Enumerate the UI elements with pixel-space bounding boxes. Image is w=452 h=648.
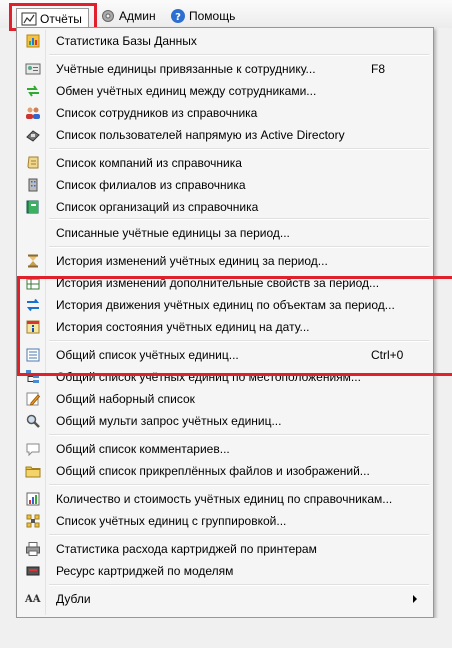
menu-item-label: Учётные единицы привязанные к сотруднику…	[56, 62, 316, 76]
menu-item-8[interactable]: Список организаций из справочника	[19, 196, 431, 218]
employee-card-icon	[25, 61, 41, 77]
menu-item-label: Дубли	[56, 592, 91, 606]
menu-item-label: Список пользователей напрямую из Active …	[56, 128, 345, 142]
menu-item-4[interactable]: Список сотрудников из справочника	[19, 102, 431, 124]
menu-bar: Отчёты Админ ? Помощь	[0, 0, 452, 28]
menu-item-label: Списанные учётные единицы за период...	[56, 226, 290, 240]
menu-item-19[interactable]: Общий список прикреплённых файлов и изоб…	[19, 460, 431, 482]
gear-icon	[100, 8, 116, 24]
menu-item-5[interactable]: Список пользователей напрямую из Active …	[19, 124, 431, 146]
menu-item-label: Общий мульти запрос учётных единиц...	[56, 414, 282, 428]
menu-item-label: Статистика Базы Данных	[56, 34, 197, 48]
menu-separator	[49, 434, 429, 436]
menu-item-label: История движения учётных единиц по объек…	[56, 298, 395, 312]
menu-item-label: Обмен учётных единиц между сотрудниками.…	[56, 84, 317, 98]
menu-item-17[interactable]: Общий мульти запрос учётных единиц...	[19, 410, 431, 432]
menu-item-label: Список филиалов из справочника	[56, 178, 246, 192]
menu-item-21[interactable]: Список учётных единиц с группировкой...	[19, 510, 431, 532]
chart-list-icon	[25, 491, 41, 507]
menu-item-22[interactable]: Статистика расхода картриджей по принтер…	[19, 538, 431, 560]
blank-icon	[25, 225, 41, 241]
menu-item-13[interactable]: История состояния учётных единиц на дату…	[19, 316, 431, 338]
help-icon: ?	[170, 8, 186, 24]
menu-item-12[interactable]: История движения учётных единиц по объек…	[19, 294, 431, 316]
menu-item-label: Список компаний из справочника	[56, 156, 242, 170]
tree-list-icon	[25, 369, 41, 385]
cartridge-icon	[25, 563, 41, 579]
menu-item-label: Общий список комментариев...	[56, 442, 230, 456]
menu-item-shortcut: F8	[371, 62, 386, 76]
menu-separator	[49, 340, 429, 342]
menu-item-label: Общий список учётных единиц по местополо…	[56, 370, 361, 384]
menu-item-9[interactable]: Списанные учётные единицы за период...	[19, 222, 431, 244]
menu-item-1[interactable]: Статистика Базы Данных	[19, 30, 431, 52]
menu-item-16[interactable]: Общий наборный список	[19, 388, 431, 410]
menu-help[interactable]: ? Помощь	[170, 6, 235, 26]
menu-admin[interactable]: Админ	[100, 6, 156, 26]
menu-reports[interactable]: Отчёты	[16, 8, 89, 28]
printer-icon	[25, 541, 41, 557]
menu-item-label: История изменений дополнительные свойств…	[56, 276, 380, 290]
database-stats-icon	[25, 33, 41, 49]
menu-item-label: История изменений учётных единиц за пери…	[56, 254, 328, 268]
book-icon	[25, 199, 41, 215]
menu-item-label: История состояния учётных единиц на дату…	[56, 320, 310, 334]
menu-reports-label: Отчёты	[40, 11, 82, 26]
window-background	[0, 618, 452, 648]
menu-separator	[49, 584, 429, 586]
speech-bubble-icon	[25, 441, 41, 457]
duplicates-aa-icon: AA	[25, 591, 41, 607]
building-icon	[25, 177, 41, 193]
magnifier-icon	[25, 413, 41, 429]
menu-item-label: Общий список прикреплённых файлов и изоб…	[56, 464, 370, 478]
reports-chart-icon	[21, 11, 37, 27]
icon-text: AA	[25, 594, 41, 605]
menu-item-20[interactable]: Количество и стоимость учётных единиц по…	[19, 488, 431, 510]
menu-item-15[interactable]: Общий список учётных единиц по местополо…	[19, 366, 431, 388]
users-icon	[25, 105, 41, 121]
menu-item-6[interactable]: Список компаний из справочника	[19, 152, 431, 174]
menu-item-label: Список организаций из справочника	[56, 200, 259, 214]
scroll-icon	[25, 155, 41, 171]
menu-item-label: Общий наборный список	[56, 392, 195, 406]
hourglass-icon	[25, 253, 41, 269]
menu-item-14[interactable]: Общий список учётных единиц... Ctrl+0	[19, 344, 431, 366]
menu-separator	[49, 218, 429, 220]
menu-separator	[49, 484, 429, 486]
menu-item-label: Ресурс картриджей по моделям	[56, 564, 234, 578]
menu-item-24[interactable]: AA Дубли	[19, 588, 431, 610]
menu-item-label: Общий список учётных единиц...	[56, 348, 239, 362]
menu-separator	[49, 534, 429, 536]
info-calendar-icon	[25, 319, 41, 335]
menu-item-7[interactable]: Список филиалов из справочника	[19, 174, 431, 196]
list-icon	[25, 347, 41, 363]
menu-admin-label: Админ	[119, 9, 156, 23]
menu-item-11[interactable]: История изменений дополнительные свойств…	[19, 272, 431, 294]
exchange-arrows-icon	[25, 83, 41, 99]
pencil-note-icon	[25, 391, 41, 407]
menu-item-18[interactable]: Общий список комментариев...	[19, 438, 431, 460]
menu-item-label: Статистика расхода картриджей по принтер…	[56, 542, 317, 556]
menu-separator	[49, 148, 429, 150]
menu-item-23[interactable]: Ресурс картриджей по моделям	[19, 560, 431, 582]
menu-separator	[49, 54, 429, 56]
menu-item-shortcut: Ctrl+0	[371, 348, 404, 362]
menu-item-10[interactable]: История изменений учётных единиц за пери…	[19, 250, 431, 272]
menu-item-label: Список учётных единиц с группировкой...	[56, 514, 287, 528]
active-directory-icon	[25, 127, 41, 143]
menu-help-label: Помощь	[189, 9, 236, 23]
table-icon	[25, 275, 41, 291]
transfer-arrows-icon	[25, 297, 41, 313]
menu-item-label: Количество и стоимость учётных единиц по…	[56, 492, 393, 506]
folder-icon	[25, 463, 41, 479]
menu-item-3[interactable]: Обмен учётных единиц между сотрудниками.…	[19, 80, 431, 102]
menu-separator	[49, 246, 429, 248]
grouping-icon	[25, 513, 41, 529]
submenu-arrow-icon	[413, 595, 417, 603]
menu-item-label: Список сотрудников из справочника	[56, 106, 258, 120]
svg-text:?: ?	[175, 12, 181, 23]
menu-item-2[interactable]: Учётные единицы привязанные к сотруднику…	[19, 58, 431, 80]
reports-dropdown-menu: Статистика Базы Данных Учётные единицы пр…	[16, 27, 452, 618]
